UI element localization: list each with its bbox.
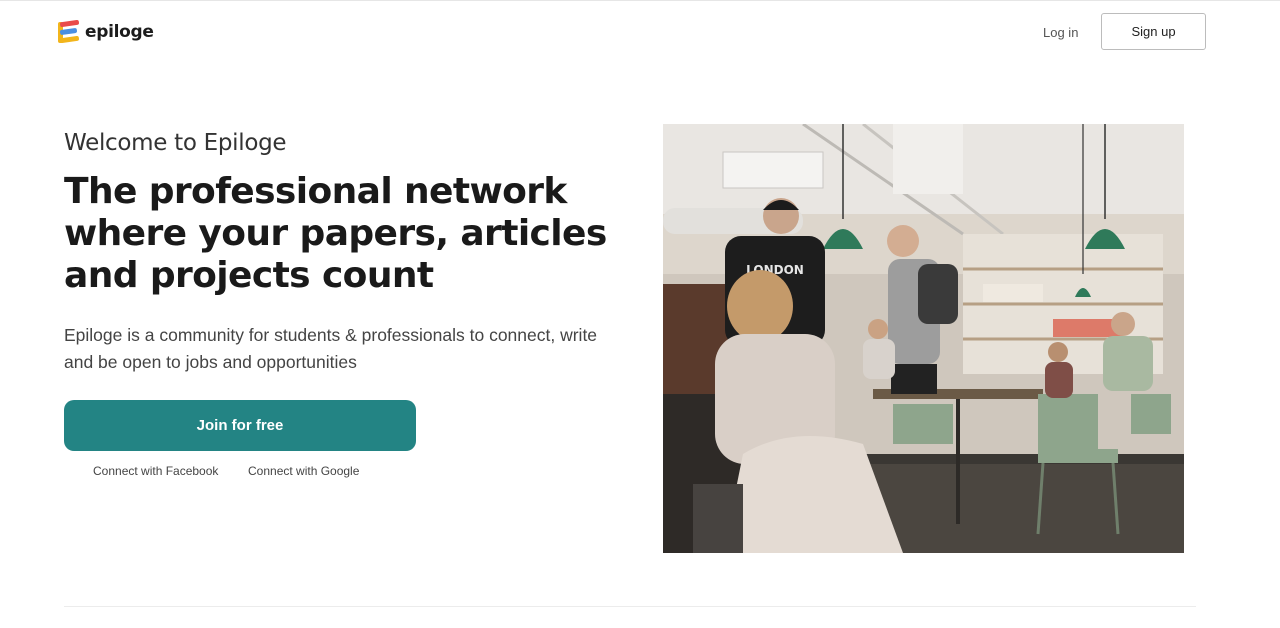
connect-facebook-link[interactable]: Connect with Facebook	[93, 464, 218, 478]
welcome-heading: Welcome to Epiloge	[64, 130, 287, 156]
hero-cafe-image: LONDON	[663, 124, 1184, 553]
signup-button[interactable]: Sign up	[1101, 13, 1206, 50]
hero-description: Epiloge is a community for students & pr…	[64, 325, 598, 372]
section-divider	[64, 606, 1196, 607]
connect-google-link[interactable]: Connect with Google	[248, 464, 359, 478]
join-for-free-button[interactable]: Join for free	[64, 400, 416, 451]
page-title: The professional network where your pape…	[64, 171, 607, 296]
epiloge-logo-icon	[56, 19, 80, 44]
site-header: epiloge Log in Sign up	[0, 0, 1280, 64]
login-link[interactable]: Log in	[1043, 25, 1078, 40]
brand-logo[interactable]: epiloge	[56, 19, 154, 44]
brand-name: epiloge	[85, 22, 154, 42]
